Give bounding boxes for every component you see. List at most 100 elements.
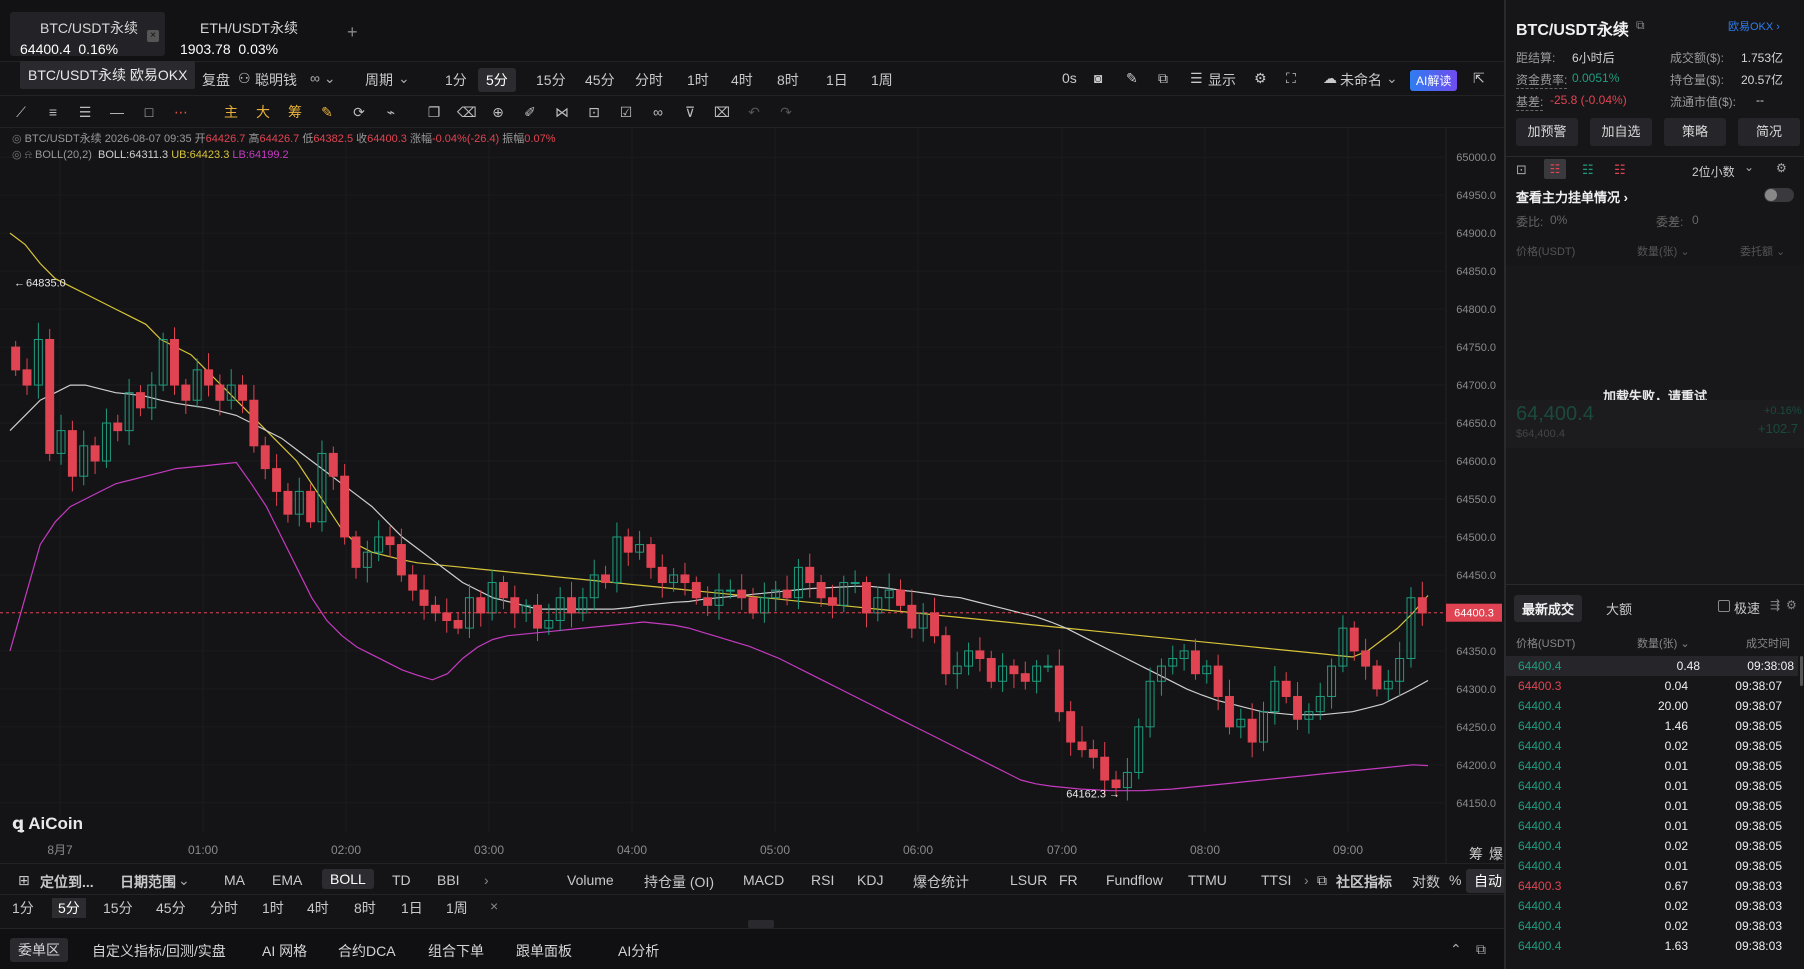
close-periods-icon[interactable]: × bbox=[490, 898, 498, 914]
chevron-up-icon[interactable]: ⌃ bbox=[1450, 941, 1462, 958]
sub-indicator-10[interactable]: TTSI bbox=[1261, 872, 1291, 888]
add-alert-button[interactable]: 加预警 bbox=[1516, 118, 1578, 146]
quick-period-2[interactable]: 15分 bbox=[103, 898, 133, 918]
trash-icon[interactable]: ⌧ bbox=[713, 103, 731, 121]
orderbook-mode-icon[interactable]: ⊡ bbox=[1516, 162, 1527, 178]
quick-period-4[interactable]: 分时 bbox=[210, 898, 238, 918]
quick-period-9[interactable]: 1周 bbox=[446, 898, 468, 918]
panel-tab-0[interactable]: 委单区 bbox=[10, 938, 68, 962]
period-1[interactable]: 5分 bbox=[478, 68, 516, 92]
period-7[interactable]: 8时 bbox=[777, 70, 799, 90]
quick-period-6[interactable]: 4时 bbox=[307, 898, 329, 918]
sub-indicator-6[interactable]: LSUR bbox=[1010, 872, 1047, 888]
settings-icon[interactable]: ⚙ bbox=[1776, 161, 1787, 175]
tab-latest-trades[interactable]: 最新成交 bbox=[1514, 595, 1583, 622]
quick-period-8[interactable]: 1日 bbox=[401, 898, 423, 918]
period-5[interactable]: 1时 bbox=[687, 70, 709, 90]
fast-checkbox[interactable] bbox=[1718, 600, 1730, 612]
panel-tab-1[interactable]: 自定义指标/回测/实盘 bbox=[92, 941, 226, 961]
filter-icon[interactable]: ⊽ bbox=[681, 103, 699, 121]
book-header-amount[interactable]: 委托额 ⌄ bbox=[1740, 243, 1785, 259]
period-menu[interactable]: 周期 bbox=[365, 70, 393, 90]
quick-period-5[interactable]: 1时 bbox=[262, 898, 284, 918]
marker-icon[interactable]: ✐ bbox=[521, 103, 539, 121]
copy-icon[interactable]: ⧉ bbox=[1636, 18, 1645, 33]
chevron-down-icon[interactable]: ∞ ⌄ bbox=[310, 70, 336, 87]
sub-indicator-2[interactable]: MACD bbox=[743, 872, 784, 888]
horizontal-lines-icon[interactable]: ☰ bbox=[76, 103, 94, 121]
brush-icon[interactable]: ⌁ bbox=[382, 103, 400, 121]
candlestick-chart[interactable]: 65000.0 64950.0 64900.0 64850.0 64800.0 64750… bbox=[0, 128, 1504, 863]
period-6[interactable]: 4时 bbox=[731, 70, 753, 90]
display-button[interactable]: 显示 bbox=[1208, 70, 1236, 90]
tab-eth[interactable]: ETH/USDT永续 1903.78 0.03% bbox=[170, 12, 320, 57]
orderbook-asks-icon[interactable]: ☷ bbox=[1614, 162, 1626, 178]
trade-row[interactable]: 64400.4 0.02 09:38:03 bbox=[1518, 916, 1798, 936]
chips-toggle[interactable]: 筹 bbox=[1469, 844, 1483, 864]
indicator-boll[interactable]: BOLL bbox=[322, 869, 374, 889]
log-scale-button[interactable]: 对数 bbox=[1412, 872, 1440, 892]
trade-row[interactable]: 64400.4 20.00 09:38:07 bbox=[1518, 696, 1798, 716]
expand-icon[interactable]: ⧉ bbox=[1476, 941, 1486, 958]
quick-period-7[interactable]: 8时 bbox=[354, 898, 376, 918]
zoom-icon[interactable]: ⊕ bbox=[489, 103, 507, 121]
eye-icon[interactable]: ◎ bbox=[12, 133, 22, 145]
sub-indicator-3[interactable]: RSI bbox=[811, 872, 834, 888]
settings-icon[interactable]: ⚙ bbox=[1254, 70, 1267, 87]
add-watchlist-button[interactable]: 加自选 bbox=[1590, 118, 1652, 146]
fullscreen-icon[interactable]: ⛶ bbox=[1286, 70, 1296, 87]
percent-scale-button[interactable]: % bbox=[1449, 872, 1461, 888]
pencil-icon[interactable]: ✎ bbox=[1126, 70, 1138, 87]
orderbook-both-icon[interactable]: ☷ bbox=[1544, 159, 1566, 179]
period-8[interactable]: 1日 bbox=[826, 70, 848, 90]
share-window-icon[interactable]: ⧉ bbox=[1158, 70, 1168, 87]
add-tab-button[interactable]: + bbox=[347, 22, 358, 43]
trade-row[interactable]: 64400.4 0.01 09:38:05 bbox=[1518, 776, 1798, 796]
chevron-down-icon[interactable]: ⌄ bbox=[1744, 160, 1754, 174]
period-9[interactable]: 1周 bbox=[871, 70, 893, 90]
strategy-button[interactable]: 策略 bbox=[1664, 118, 1726, 146]
book-header-qty[interactable]: 数量(张) ⌄ bbox=[1637, 243, 1690, 259]
sync-icon[interactable]: ⟳ bbox=[350, 103, 368, 121]
tab-btc[interactable]: BTC/USDT永续 64400.4 0.16% × bbox=[10, 12, 165, 57]
rectangle-icon[interactable]: □ bbox=[140, 103, 158, 121]
community-icon[interactable]: ⧉ bbox=[1317, 872, 1327, 889]
filter-icon[interactable]: ⇶ bbox=[1770, 598, 1780, 612]
settings-icon[interactable]: ⚙ bbox=[1786, 598, 1797, 612]
main-orders-link[interactable]: 查看主力挂单情况 › bbox=[1516, 187, 1628, 206]
locate-icon[interactable]: ⊞ bbox=[18, 872, 30, 889]
bell-icon[interactable]: ⍾ bbox=[25, 149, 32, 161]
copy-icon[interactable]: ❐ bbox=[425, 103, 443, 121]
period-3[interactable]: 45分 bbox=[585, 70, 615, 90]
panel-tab-6[interactable]: AI分析 bbox=[618, 941, 659, 961]
undo-icon[interactable]: ↶ bbox=[745, 103, 763, 121]
replay-button[interactable]: 复盘 bbox=[202, 70, 230, 90]
date-range-button[interactable]: 日期范围 bbox=[120, 872, 176, 892]
panel-tab-5[interactable]: 跟单面板 bbox=[516, 941, 572, 961]
trade-row[interactable]: 64400.3 0.04 09:38:07 bbox=[1518, 676, 1798, 696]
trade-row[interactable]: 64400.4 0.01 09:38:05 bbox=[1518, 856, 1798, 876]
trade-list-scrollbar[interactable] bbox=[1800, 656, 1803, 686]
chevron-right-icon[interactable]: › bbox=[484, 872, 489, 888]
sub-indicator-0[interactable]: Volume bbox=[567, 872, 614, 888]
big-order-button[interactable]: 大 bbox=[254, 103, 272, 121]
sub-indicator-5[interactable]: 爆仓统计 bbox=[913, 872, 969, 892]
panel-tab-2[interactable]: AI 网格 bbox=[262, 941, 307, 961]
trade-row[interactable]: 64400.4 0.02 09:38:05 bbox=[1518, 836, 1798, 856]
trade-row[interactable]: 64400.4 0.01 09:38:05 bbox=[1518, 756, 1798, 776]
layout-name[interactable]: 未命名 bbox=[1340, 70, 1382, 90]
trade-row[interactable]: 64400.4 0.02 09:38:05 bbox=[1518, 736, 1798, 756]
camera-icon[interactable]: ◙ bbox=[1094, 70, 1102, 86]
dots-icon[interactable]: ⋯ bbox=[172, 103, 190, 121]
trade-row[interactable]: 64400.4 0.02 09:38:03 bbox=[1518, 896, 1798, 916]
period-2[interactable]: 15分 bbox=[536, 70, 566, 90]
quick-period-3[interactable]: 45分 bbox=[156, 898, 186, 918]
smart-money-button[interactable]: 聪明钱 bbox=[255, 70, 297, 90]
eye-icon[interactable]: ◎ bbox=[12, 149, 22, 161]
chevron-down-icon[interactable]: ⌄ bbox=[1386, 70, 1398, 87]
sub-indicator-1[interactable]: 持仓量 (OI) bbox=[644, 872, 714, 892]
edit-icon[interactable]: ✎ bbox=[318, 103, 336, 121]
indicator-bbi[interactable]: BBI bbox=[437, 872, 460, 888]
close-tab-icon[interactable]: × bbox=[147, 30, 159, 42]
chart-canvas[interactable]: 65000.0 64950.0 64900.0 64850.0 64800.0 64750… bbox=[0, 128, 1504, 863]
